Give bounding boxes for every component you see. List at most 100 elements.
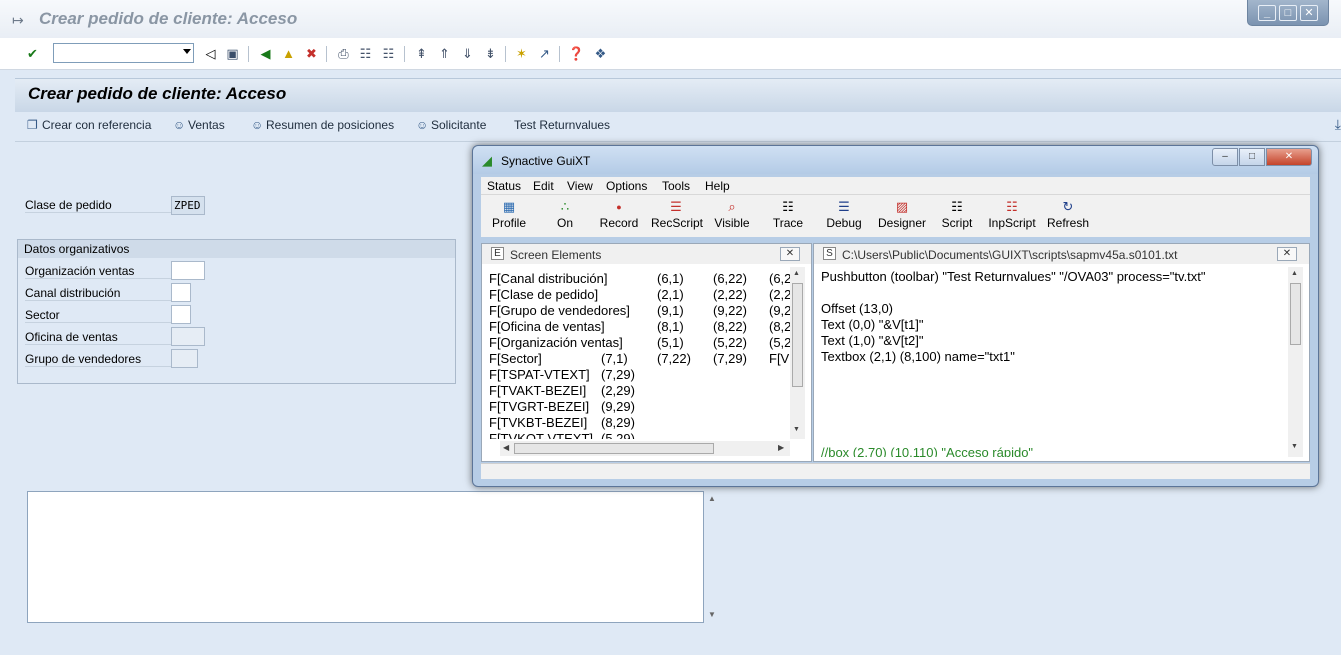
next-page-icon[interactable]: ⇓ [459,45,476,62]
layout-menu-icon[interactable]: ❖ [592,45,609,62]
menu-view[interactable]: View [567,179,593,193]
script-button[interactable]: ☷ Script [940,198,974,230]
element-coord: (9,29) [601,399,635,414]
menu-edit[interactable]: Edit [533,179,554,193]
scroll-up-icon[interactable]: ▲ [1291,270,1298,277]
guixt-maximize-button[interactable]: □ [1239,148,1265,166]
sales-office-label: Oficina de ventas [25,330,173,345]
scroll-down-icon[interactable]: ▼ [708,610,716,619]
guixt-close-button[interactable]: ✕ [1266,148,1312,166]
create-with-reference-button[interactable]: ❐ Crear con referencia [27,118,151,132]
textbox-txt1[interactable] [27,491,704,623]
person-icon: ☺ [251,118,264,132]
menu-status[interactable]: Status [487,179,521,193]
guixt-logo-icon: ◢ [482,153,492,168]
menu-options[interactable]: Options [606,179,647,193]
menu-tools[interactable]: Tools [662,179,690,193]
profile-button[interactable]: ▦ Profile [491,198,527,230]
on-icon: ∴ [560,199,570,214]
minimize-button[interactable]: _ [1258,4,1276,21]
sales-org-field[interactable] [171,261,205,280]
division-field[interactable] [171,305,191,324]
script-vertical-scrollbar[interactable]: ▲ ▼ [1288,267,1303,457]
element-coord: F[V [769,351,790,366]
command-field[interactable] [53,43,194,63]
left-pane-vertical-scrollbar[interactable]: ▲ ▼ [790,267,805,439]
element-coord: (9,2 [769,303,790,318]
download-arrow-icon[interactable]: ⤓ [1335,116,1341,133]
sales-group-field[interactable] [171,349,198,368]
textbox-scrollbar[interactable]: ▲ ▼ [706,491,720,623]
element-coord: (8,22) [713,319,747,334]
refresh-icon: ↻ [1062,199,1074,214]
scroll-up-icon[interactable]: ▲ [793,270,800,277]
tool-label: Visible [714,216,750,230]
element-name: F[TVKBT-BEZEI] [489,415,588,430]
scroll-down-icon[interactable]: ▼ [793,426,800,433]
order-type-field[interactable]: ZPED [171,196,205,215]
print-icon[interactable]: ⎙ [335,45,352,62]
script-editor[interactable]: Pushbutton (toolbar) "Test Returnvalues"… [814,267,1288,457]
element-coord: (6,22) [713,271,747,286]
standard-toolbar: ✔ ◁ ▣ ◀ ▲ ✖ ⎙ ☷ ☷ ⇞ ⇑ ⇓ ⇟ ✶ ↗ ❓ ❖ [0,38,1341,70]
pane-close-button[interactable]: ✕ [1277,247,1297,261]
create-session-icon[interactable]: ✶ [513,45,530,62]
application-toolbar: ❐ Crear con referencia ☺ Ventas ☺ Resumen d… [15,112,1341,142]
button-label: Resumen de posiciones [266,118,395,132]
sales-office-field[interactable] [171,327,205,346]
refresh-button[interactable]: ↻ Refresh [1047,198,1089,230]
toolbar-separator [248,46,249,62]
last-page-icon[interactable]: ⇟ [482,45,499,62]
script-pane: S C:\Users\Public\Documents\GUIXT\script… [813,243,1310,462]
sold-to-party-button[interactable]: ☺ Solicitante [416,118,486,132]
inpscript-icon: ☷ [1006,199,1018,214]
guixt-minimize-button[interactable]: – [1212,148,1238,166]
first-page-icon[interactable]: ⇞ [413,45,430,62]
back-triangle-icon[interactable]: ◁ [202,45,219,62]
cancel-icon[interactable]: ✖ [303,45,320,62]
sales-button[interactable]: ☺ Ventas [173,118,225,132]
record-button[interactable]: ● Record [599,198,639,230]
menu-help[interactable]: Help [705,179,730,193]
find-next-icon[interactable]: ☷ [380,45,397,62]
enter-check-icon[interactable]: ✔ [24,45,41,62]
visible-button[interactable]: ⌕ Visible [713,198,751,230]
tool-label: Profile [491,216,526,230]
exit-icon[interactable]: ▲ [280,45,297,62]
pane-close-button[interactable]: ✕ [780,247,800,261]
trace-button[interactable]: ☷ Trace [772,198,804,230]
back-icon[interactable]: ◀ [257,45,274,62]
recscript-icon: ☰ [670,199,682,214]
inpscript-button[interactable]: ☷ InpScript [986,198,1038,230]
scroll-down-icon[interactable]: ▼ [1291,443,1298,450]
scroll-left-icon[interactable]: ◀ [503,443,509,452]
help-icon[interactable]: ❓ [568,45,585,62]
pane-header: E Screen Elements ✕ [482,244,811,264]
scroll-thumb[interactable] [514,443,714,454]
maximize-button[interactable]: □ [1279,4,1297,21]
scroll-thumb[interactable] [1290,283,1301,345]
element-coord: (7,29) [713,351,747,366]
test-returnvalues-button[interactable]: Test Returnvalues [514,118,610,132]
script-line: Text (1,0) "&V[t2]" [821,333,924,348]
scroll-up-icon[interactable]: ▲ [708,494,716,503]
debug-icon: ☰ [838,199,850,214]
left-pane-horizontal-scrollbar[interactable]: ◀ ▶ [500,441,790,456]
shortcut-icon[interactable]: ↗ [536,45,553,62]
find-icon[interactable]: ☷ [357,45,374,62]
exit-arrow-icon[interactable]: ↦ [12,12,24,29]
on-button[interactable]: ∴ On [551,198,579,230]
recscript-button[interactable]: ☰ RecScript [651,198,703,230]
scroll-right-icon[interactable]: ▶ [778,443,784,452]
designer-button[interactable]: ▨ Designer [877,198,927,230]
save-icon[interactable]: ▣ [224,45,241,62]
distribution-channel-field[interactable] [171,283,191,302]
script-icon: ☷ [951,199,963,214]
previous-page-icon[interactable]: ⇑ [436,45,453,62]
scroll-thumb[interactable] [792,283,803,387]
chevron-down-icon[interactable] [183,49,191,54]
sales-group-label: Grupo de vendedores [25,352,173,367]
debug-button[interactable]: ☰ Debug [825,198,863,230]
item-overview-button[interactable]: ☺ Resumen de posiciones [251,118,394,132]
close-button[interactable]: ✕ [1300,4,1318,21]
